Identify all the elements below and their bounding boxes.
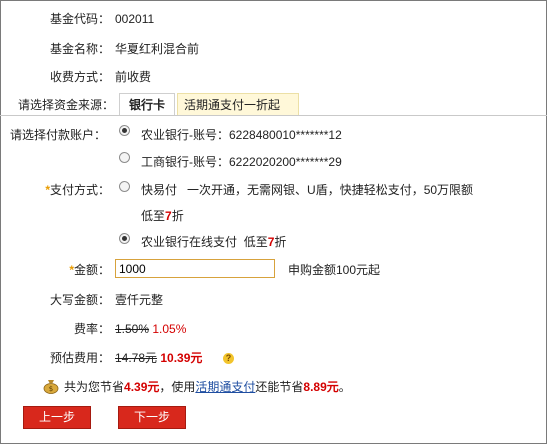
discount-suffix: 折 xyxy=(274,235,287,249)
fee-mode-label: 收费方式： xyxy=(49,70,110,84)
uppercase-amount-value: 壹仟元整 xyxy=(115,293,164,307)
kuaiyifu-discount: 低至7折 xyxy=(141,206,184,226)
savings-suffix: 。 xyxy=(338,380,351,394)
discount-prefix: 低至 xyxy=(141,209,166,223)
amount-hint: 申购金额100元起 xyxy=(288,263,381,277)
amount-input[interactable] xyxy=(115,259,275,278)
fee-rate-label: 费率： xyxy=(73,322,110,336)
discount-value: 7 xyxy=(165,209,172,223)
discount-suffix: 折 xyxy=(171,209,184,223)
fund-code-label: 基金代码： xyxy=(49,12,110,26)
estimated-fee-value: 14.78元 10.39元 xyxy=(115,348,202,368)
kuaiyifu-desc: 一次开通，无需网银、U盾，快捷轻松支付，50万限额 xyxy=(187,183,474,197)
fund-name-label: 基金名称： xyxy=(49,42,110,56)
fee-rate-original: 1.50% xyxy=(115,322,150,336)
amount-label: *金额： xyxy=(30,260,110,280)
estimated-fee-discounted: 10.39元 xyxy=(160,351,203,365)
savings-prefix: 共为您节省 xyxy=(64,380,125,394)
money-bag-icon: $ xyxy=(43,380,59,394)
prev-button[interactable]: 上一步 xyxy=(23,406,91,429)
account-option-icbc[interactable]: 工商银行-账号：6222020200*******29 xyxy=(141,152,342,172)
savings-line: 共为您节省4.39元，使用活期通支付还能节省8.89元。 xyxy=(64,377,351,397)
account-option-abc[interactable]: 农业银行-账号：6228480010*******12 xyxy=(141,125,342,145)
abc-online-name: 农业银行在线支付 xyxy=(141,235,238,249)
tab-bank-card[interactable]: 银行卡 xyxy=(119,93,175,116)
amount-label-text: 金额： xyxy=(73,263,110,277)
payment-method-label-text: 支付方式： xyxy=(49,183,110,197)
help-icon[interactable]: ? xyxy=(223,353,234,364)
payment-account-label: 请选择付款账户： xyxy=(9,128,106,142)
svg-text:$: $ xyxy=(49,385,53,393)
method-option-kuaiyifu[interactable]: 快易付 一次开通，无需网银、U盾，快捷轻松支付，50万限额 xyxy=(141,180,473,200)
tab-divider xyxy=(0,115,547,116)
method-radio-kuaiyifu[interactable] xyxy=(119,181,130,192)
fund-code-value: 002011 xyxy=(115,12,155,26)
savings-amount: 4.39元 xyxy=(124,380,160,394)
savings-amount2: 8.89元 xyxy=(303,380,339,394)
fee-mode-value: 前收费 xyxy=(115,70,152,84)
account-radio-icbc[interactable] xyxy=(119,152,130,163)
savings-middle: ，使用 xyxy=(159,380,196,394)
method-option-abc-online[interactable]: 农业银行在线支付 低至7折 xyxy=(141,232,286,252)
payment-method-label: *支付方式： xyxy=(30,180,110,200)
tab-huoqitong[interactable]: 活期通支付一折起 xyxy=(177,93,299,116)
discount-prefix: 低至 xyxy=(243,235,268,249)
fund-source-label: 请选择资金来源： xyxy=(17,98,114,112)
method-radio-abc-online[interactable] xyxy=(119,233,130,244)
huoqitong-link[interactable]: 活期通支付 xyxy=(195,380,255,394)
account-radio-abc[interactable] xyxy=(119,125,130,136)
next-button[interactable]: 下一步 xyxy=(118,406,186,429)
fee-rate-discounted: 1.05% xyxy=(152,322,187,336)
savings-middle2: 还能节省 xyxy=(255,380,304,394)
estimated-fee-label: 预估费用： xyxy=(49,351,110,365)
fee-rate-value: 1.50% 1.05% xyxy=(115,319,186,339)
kuaiyifu-name: 快易付 xyxy=(141,183,178,197)
estimated-fee-original: 14.78元 xyxy=(115,351,158,365)
uppercase-amount-label: 大写金额： xyxy=(49,293,110,307)
fund-name-value: 华夏红利混合前 xyxy=(115,42,200,56)
